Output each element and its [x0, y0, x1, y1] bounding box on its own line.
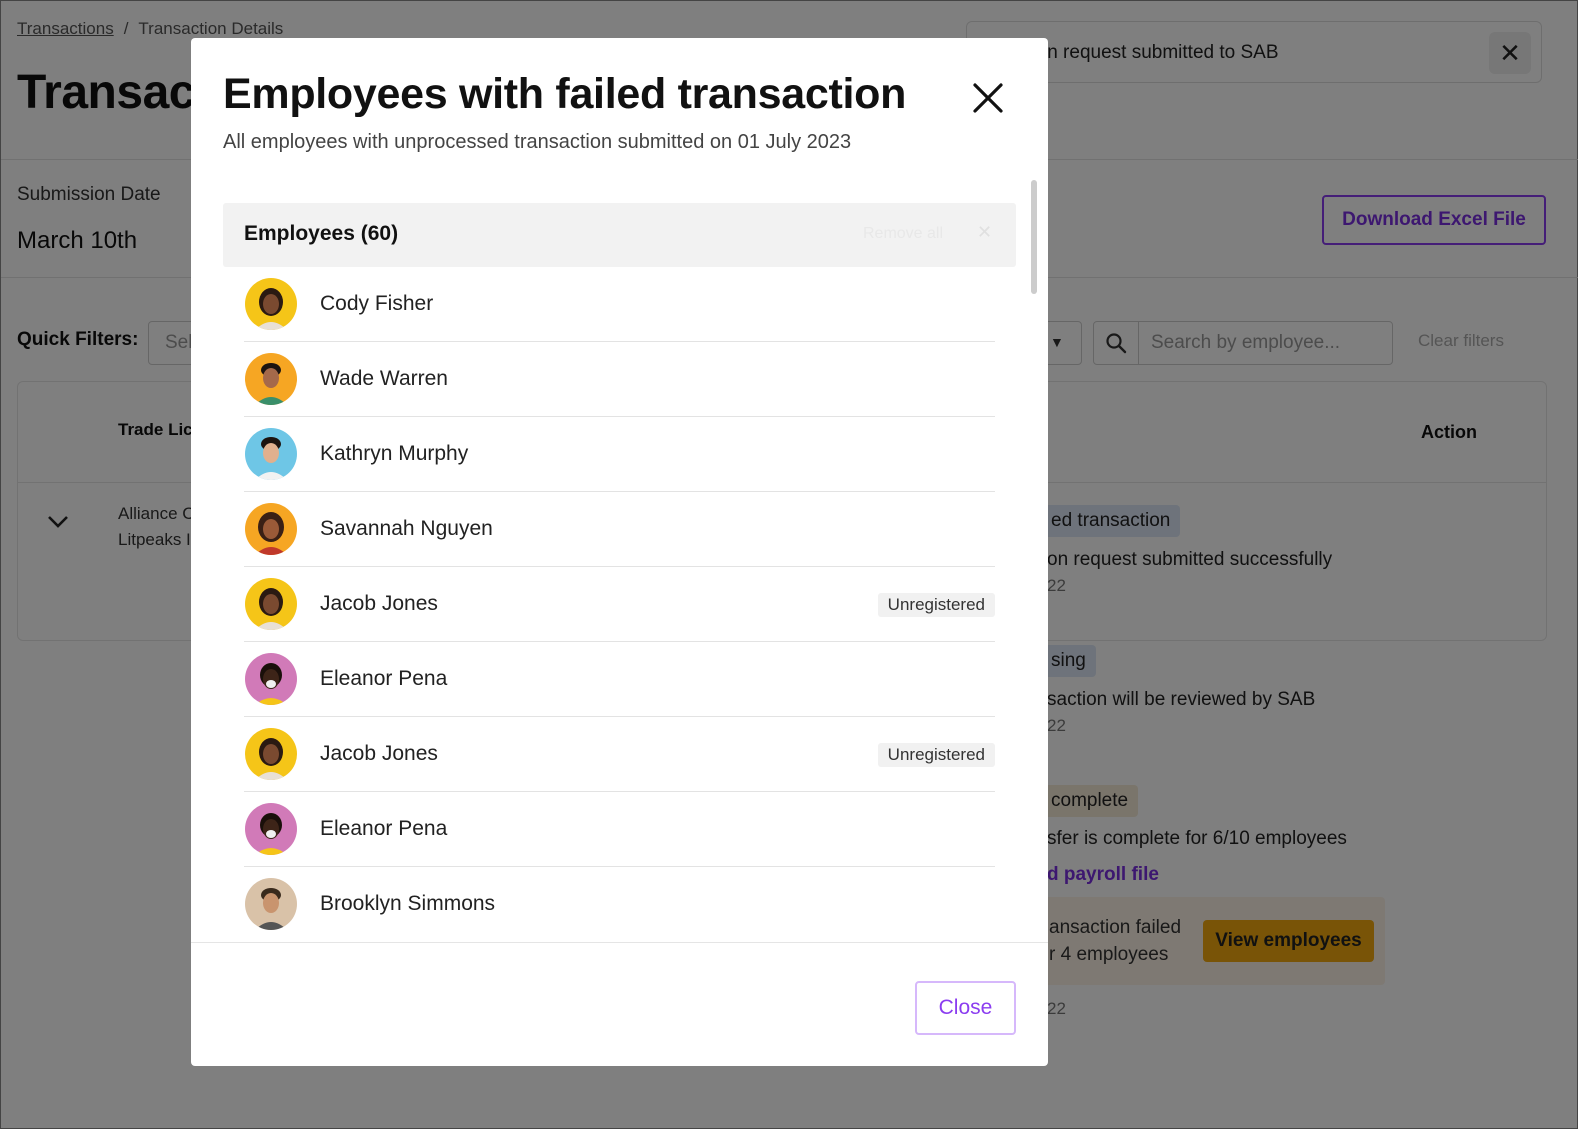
employee-name: Cody Fisher: [320, 292, 434, 315]
list-item[interactable]: Eleanor Pena: [244, 792, 995, 867]
employee-list: Employees (60) Remove all ✕ Cody Fisher …: [223, 203, 1016, 941]
unregistered-badge: Unregistered: [877, 593, 995, 617]
close-button[interactable]: Close: [915, 981, 1016, 1035]
list-item[interactable]: Cody Fisher: [244, 267, 995, 342]
list-item[interactable]: Jacob Jones Unregistered: [244, 567, 995, 642]
avatar: [245, 578, 297, 630]
avatar: [245, 503, 297, 555]
avatar: [245, 653, 297, 705]
list-item[interactable]: Eleanor Pena: [244, 642, 995, 717]
list-item[interactable]: Wade Warren: [244, 342, 995, 417]
list-item[interactable]: Jacob Jones Unregistered: [244, 717, 995, 792]
list-scrollbar[interactable]: [1031, 180, 1037, 294]
avatar: [245, 278, 297, 330]
unregistered-badge: Unregistered: [877, 743, 995, 767]
employee-name: Savannah Nguyen: [320, 517, 493, 540]
employee-name: Wade Warren: [320, 367, 448, 390]
employee-name: Brooklyn Simmons: [320, 892, 496, 915]
avatar: [245, 353, 297, 405]
modal-title: Employees with failed transaction: [223, 70, 907, 118]
employee-name: Jacob Jones: [320, 592, 438, 615]
employee-name: Eleanor Pena: [320, 667, 448, 690]
close-icon[interactable]: ✕: [977, 222, 992, 243]
modal-subtitle: All employees with unprocessed transacti…: [223, 131, 852, 153]
failed-employees-modal: Employees with failed transaction All em…: [191, 38, 1048, 1066]
list-item[interactable]: Brooklyn Simmons: [244, 867, 995, 941]
close-icon[interactable]: [966, 76, 1010, 120]
modal-footer-divider: [191, 942, 1048, 943]
employee-name: Jacob Jones: [320, 742, 438, 765]
avatar: [245, 428, 297, 480]
list-item[interactable]: Kathryn Murphy: [244, 417, 995, 492]
employee-name: Eleanor Pena: [320, 817, 448, 840]
avatar: [245, 728, 297, 780]
remove-all-link[interactable]: Remove all: [863, 225, 943, 243]
employee-list-header: Employees (60) Remove all ✕: [223, 203, 1016, 267]
employee-count: Employees (60): [244, 222, 399, 245]
avatar: [245, 803, 297, 855]
employee-name: Kathryn Murphy: [320, 442, 469, 465]
list-item[interactable]: Savannah Nguyen: [244, 492, 995, 567]
avatar: [245, 878, 297, 930]
